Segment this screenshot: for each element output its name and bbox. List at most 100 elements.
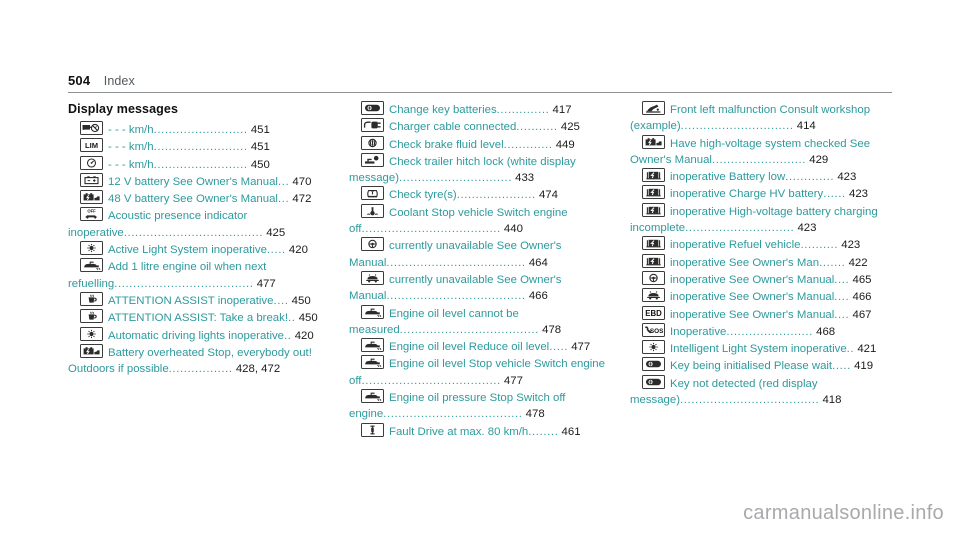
index-entry[interactable]: OFF Acoustic presence indicator inoperat…	[68, 207, 330, 241]
index-entry[interactable]: Engine oil pressure Stop Switch off engi…	[349, 389, 611, 423]
index-entry-label: Fault Drive at max. 80 km/h	[389, 425, 529, 438]
index-column-3: Front left malfunction Consult workshop …	[630, 101, 892, 481]
dot-leader: .......................	[726, 325, 813, 338]
index-entry[interactable]: EBD inoperative See Owner's Manual.... 4…	[630, 305, 892, 323]
battery-12v-icon	[80, 172, 103, 187]
index-entry[interactable]: 12 V battery See Owner's Manual... 470	[68, 172, 330, 190]
engine-oil-icon	[80, 258, 103, 273]
index-entry[interactable]: Have high-voltage system checked See Own…	[630, 134, 892, 169]
index-entry-page: 477	[568, 341, 591, 354]
index-entry[interactable]: 48 V battery See Owner's Manual... 472	[68, 190, 330, 207]
index-entry[interactable]: Add 1 litre engine oil when next refuell…	[68, 258, 330, 292]
index-entry[interactable]: currently unavailable See Owner's Manual…	[349, 270, 611, 305]
index-entry[interactable]: ATTENTION ASSIST: Take a break!.. 450	[68, 309, 330, 326]
index-entry-page: 466	[525, 290, 548, 303]
index-entry-label: Active Light System inoperative	[108, 244, 267, 257]
index-entry[interactable]: Engine oil level cannot be measured.....…	[349, 304, 611, 339]
index-entry[interactable]: Engine oil level Reduce oil level..... 4…	[349, 338, 611, 355]
index-entry-label: Automatic driving lights inoperative	[108, 329, 285, 342]
index-entry[interactable]: inoperative See Owner's Man....... 422	[630, 253, 892, 271]
index-entry[interactable]: Battery overheated Stop, everybody out! …	[68, 343, 330, 378]
index-entry-label: ATTENTION ASSIST: Take a break!	[108, 312, 288, 325]
index-entry[interactable]: Intelligent Light System inoperative.. 4…	[630, 340, 892, 357]
dot-leader: ..	[284, 329, 292, 342]
dot-leader: .................	[168, 363, 233, 376]
dot-leader: .........................	[711, 153, 807, 166]
header-rule	[68, 92, 892, 93]
index-entry-page: 440	[500, 223, 523, 236]
index-entry[interactable]: Coolant Stop vehicle Switch engine off..…	[349, 203, 611, 238]
index-entry-page: 414	[793, 120, 816, 133]
headlamp-icon	[642, 340, 665, 355]
index-entry[interactable]: Key being initialised Please wait..... 4…	[630, 357, 892, 374]
index-entry-page: 418	[819, 394, 842, 407]
dot-leader: ....	[834, 291, 850, 304]
dot-leader: .........................	[153, 141, 248, 154]
dot-leader: .....................................	[386, 256, 526, 269]
index-entry-page: 451	[247, 141, 270, 154]
dot-leader: ..	[288, 312, 296, 325]
index-entry[interactable]: Front left malfunction Consult workshop …	[630, 101, 892, 135]
index-entry[interactable]: Fault Drive at max. 80 km/h........ 461	[349, 422, 611, 440]
dot-leader: .......	[819, 256, 846, 269]
index-entry-page: 450	[295, 312, 318, 325]
hv-battery-icon	[642, 168, 665, 183]
index-entry[interactable]: Change key batteries.............. 417	[349, 101, 611, 118]
index-entry-page: 474	[535, 189, 558, 202]
dot-leader: .....................................	[680, 394, 820, 407]
index-entry[interactable]: Check brake fluid level............. 449	[349, 135, 611, 153]
index-entry[interactable]: inoperative See Owner's Manual.... 466	[630, 288, 892, 305]
index-columns: Display messages - - - km/h.............…	[68, 101, 892, 481]
index-entry[interactable]: Active Light System inoperative..... 420	[68, 241, 330, 258]
index-entry[interactable]: inoperative See Owner's Manual.... 465	[630, 270, 892, 288]
index-entry-page: 425	[263, 226, 286, 239]
dot-leader: ...........	[516, 121, 558, 134]
index-entry-label: - - - km/h	[108, 124, 154, 136]
index-entry[interactable]: ATTENTION ASSIST inoperative.... 450	[68, 291, 330, 309]
index-column-1: Display messages - - - km/h.............…	[68, 101, 330, 481]
index-entry-label: inoperative See Owner's Manual	[670, 291, 835, 304]
index-entry[interactable]: - - - km/h......................... 450	[68, 155, 330, 173]
index-entry-page: 417	[549, 104, 572, 116]
index-entry-page: 449	[552, 138, 575, 151]
index-entry-page: 420	[291, 329, 314, 342]
index-entry[interactable]: SOS Inoperative....................... 4…	[630, 322, 892, 340]
index-entry[interactable]: inoperative High-voltage battery chargin…	[630, 202, 892, 237]
section-title: Index	[103, 74, 135, 88]
index-column-2: Change key batteries.............. 417 C…	[349, 101, 611, 481]
index-entry[interactable]: inoperative Refuel vehicle.......... 423	[630, 236, 892, 253]
dot-leader: ....	[834, 308, 850, 321]
index-entry[interactable]: Check tyre(s)..................... 474	[349, 186, 611, 203]
index-entry[interactable]: Key not detected (red display message)..…	[630, 374, 892, 409]
index-entry[interactable]: Engine oil level Stop vehicle Switch eng…	[349, 355, 611, 389]
index-entry[interactable]: - - - km/h......................... 451	[68, 121, 330, 138]
index-entry[interactable]: Automatic driving lights inoperative.. 4…	[68, 326, 330, 344]
speed-limit-assist-icon	[80, 121, 103, 135]
battery-48v-icon	[80, 343, 103, 358]
index-entry-page: 477	[253, 277, 276, 290]
index-entry[interactable]: inoperative Battery low............. 423	[630, 168, 892, 185]
index-entry-label: Change key batteries	[389, 104, 497, 116]
suspension-icon	[642, 288, 665, 303]
index-entry-label: Charger cable connected	[389, 121, 517, 134]
index-entry[interactable]: Check trailer hitch lock (white display …	[349, 152, 611, 187]
index-entry-page: 428, 472	[232, 363, 281, 376]
index-entry-label: Intelligent Light System inoperative	[670, 343, 847, 356]
index-entry-label: Inoperative	[670, 325, 727, 338]
index-entry-page: 423	[834, 171, 857, 184]
dot-leader: .....................	[456, 189, 536, 202]
cruise-control-icon	[80, 155, 103, 170]
index-entry[interactable]: LIM - - - km/h......................... …	[68, 138, 330, 155]
dot-leader: .....	[266, 244, 286, 257]
dot-leader: ...	[277, 193, 290, 206]
dot-leader: ..............................	[680, 120, 794, 133]
index-entry[interactable]: currently unavailable See Owner's Manual…	[349, 237, 611, 271]
index-entry-label: inoperative Refuel vehicle	[670, 239, 801, 252]
index-entry[interactable]: Charger cable connected........... 425	[349, 118, 611, 135]
battery-48v-icon	[80, 190, 103, 205]
index-entry-page: 423	[838, 239, 861, 252]
dot-leader: ........	[528, 425, 559, 438]
index-entry[interactable]: inoperative Charge HV battery...... 423	[630, 185, 892, 202]
running-head: 504 Index	[68, 72, 892, 94]
acoustic-presence-icon: OFF	[80, 207, 103, 222]
